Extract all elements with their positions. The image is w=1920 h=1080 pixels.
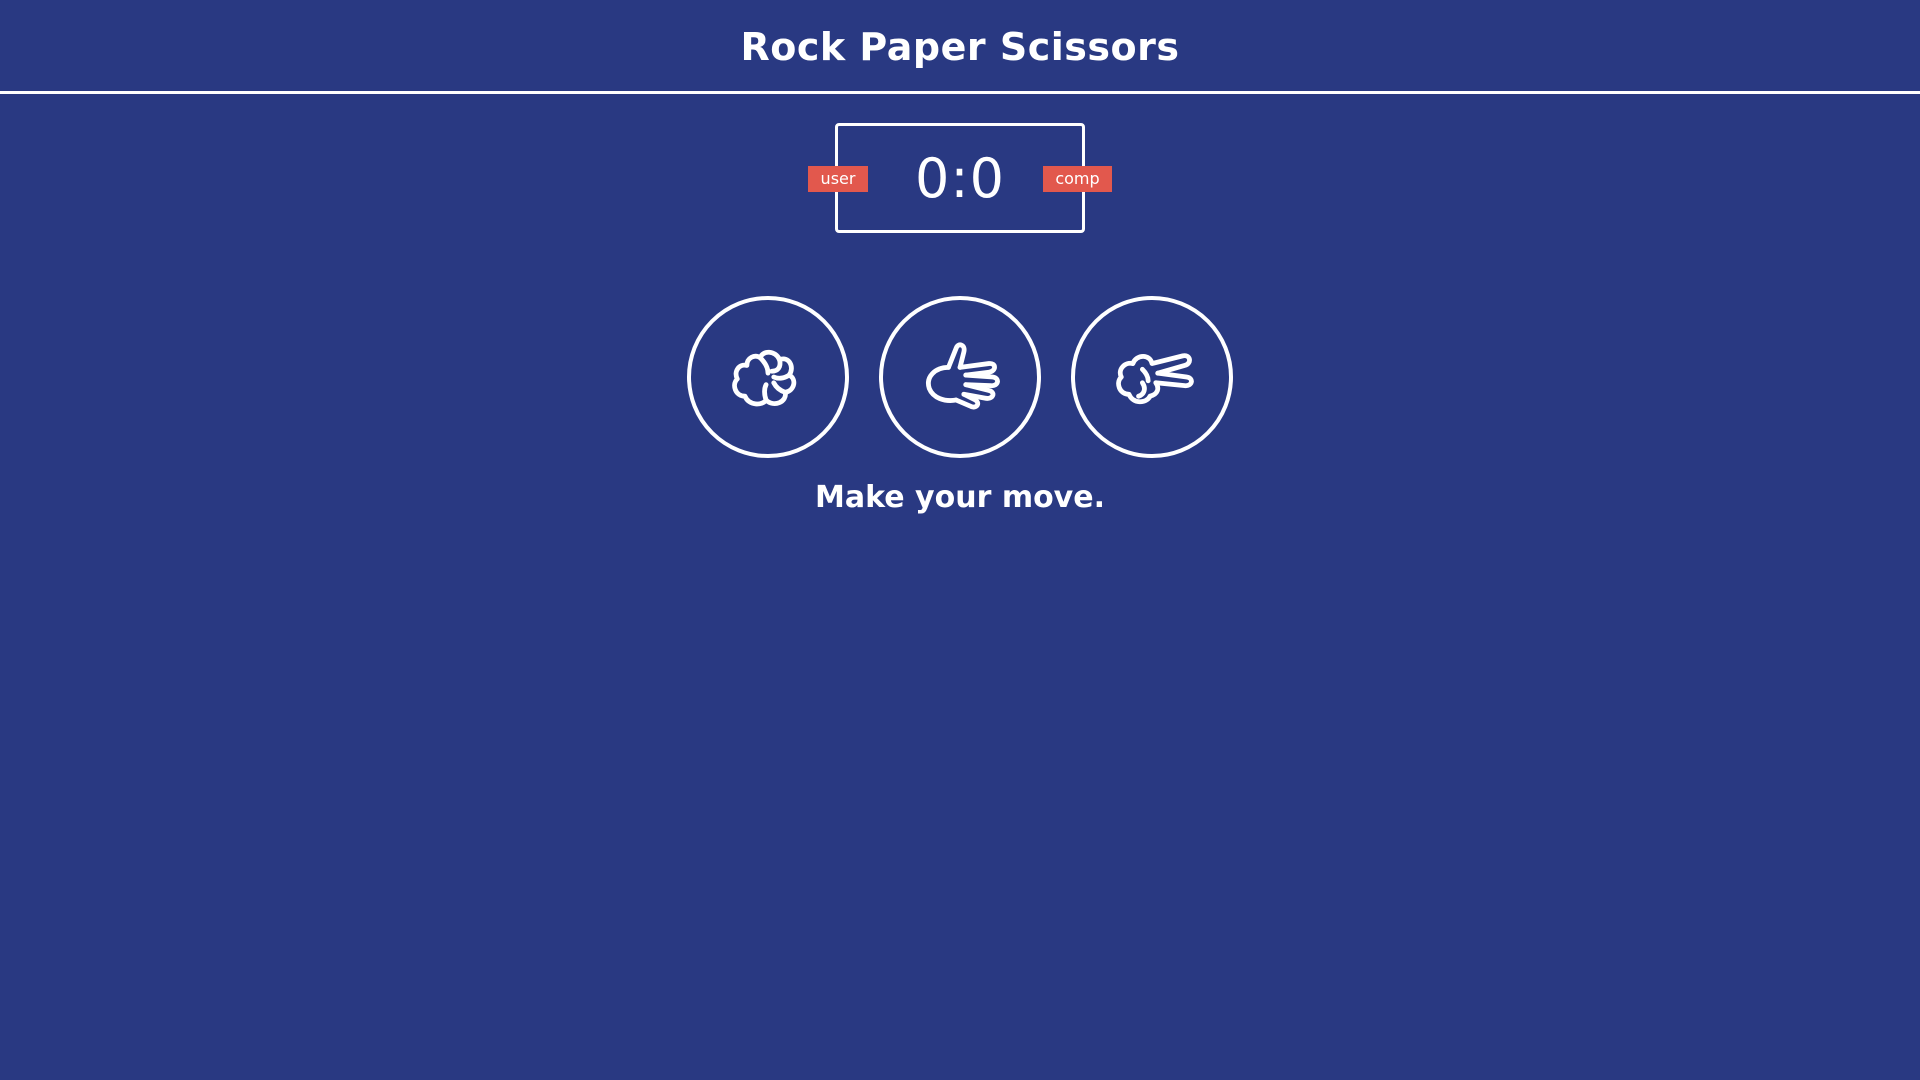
header: Rock Paper Scissors [0, 0, 1920, 94]
user-badge: user [808, 166, 868, 192]
status-message: Make your move. [815, 480, 1105, 515]
score-display: 0:0 [915, 146, 1005, 210]
comp-badge: comp [1043, 166, 1112, 192]
choices-row [0, 296, 1920, 458]
scissors-button[interactable] [1071, 296, 1233, 458]
paper-button[interactable] [879, 296, 1041, 458]
scoreboard: user 0:0 comp [808, 123, 1112, 233]
paper-hand-icon [926, 342, 1000, 410]
rock-hand-icon [732, 349, 797, 407]
rock-button[interactable] [687, 296, 849, 458]
page-title: Rock Paper Scissors [740, 24, 1180, 69]
scissors-hand-icon [1116, 353, 1194, 405]
